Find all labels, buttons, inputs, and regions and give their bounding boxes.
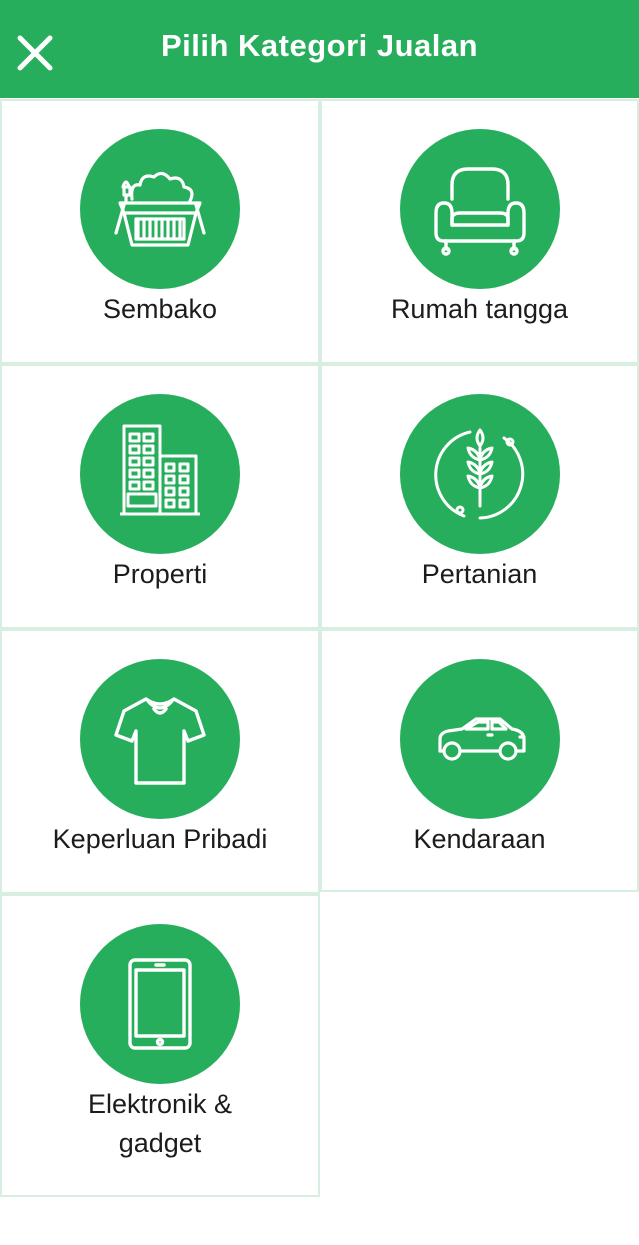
category-icon-circle (80, 924, 240, 1084)
category-sembako[interactable]: Sembako (0, 99, 320, 364)
category-label: Pertanian (421, 559, 538, 589)
category-icon-circle (80, 659, 240, 819)
category-icon-circle (80, 394, 240, 554)
category-label: Rumah tangga (390, 294, 569, 324)
grocery-basket-icon (114, 171, 206, 247)
tablet-icon (128, 958, 192, 1050)
category-label: Kendaraan (413, 824, 546, 854)
car-icon (437, 717, 526, 761)
category-pertanian[interactable]: Pertanian (320, 364, 639, 629)
buildings-icon (120, 424, 200, 516)
category-kendaraan[interactable]: Kendaraan (320, 629, 639, 892)
category-icon-circle (399, 659, 560, 819)
category-keperluan-pribadi[interactable]: Keperluan Pribadi (0, 629, 320, 894)
category-icon-circle (80, 129, 240, 289)
category-properti[interactable]: Properti (0, 364, 320, 629)
category-rumah-tangga[interactable]: Rumah tangga (320, 99, 639, 364)
header-bar: Pilih Kategori Jualan (0, 0, 639, 98)
category-label: Sembako (102, 294, 218, 324)
category-label: Elektronik & (87, 1089, 233, 1119)
category-label-line2: gadget (118, 1128, 202, 1158)
category-label: Keperluan Pribadi (52, 824, 268, 854)
tshirt-icon (114, 697, 206, 785)
category-icon-circle (399, 394, 560, 554)
category-elektronik-gadget[interactable]: Elektronik & gadget (0, 894, 320, 1197)
category-icon-circle (399, 129, 560, 289)
armchair-icon (433, 167, 526, 256)
category-label: Properti (112, 559, 208, 589)
page-title: Pilih Kategori Jualan (160, 28, 479, 63)
wheat-icon (433, 428, 524, 520)
